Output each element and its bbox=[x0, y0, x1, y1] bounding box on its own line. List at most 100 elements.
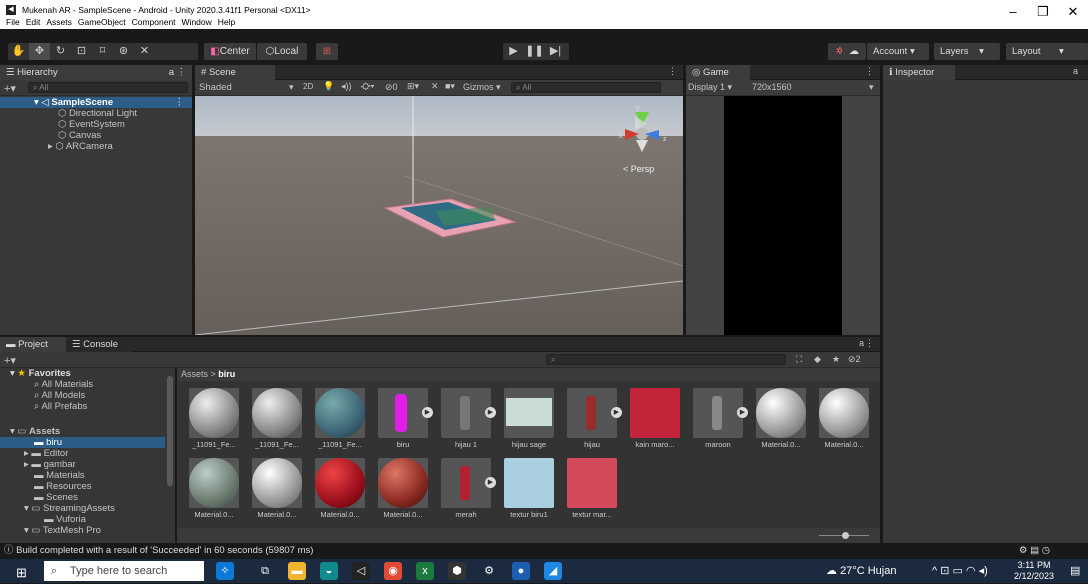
folder-item[interactable]: ▬ Vuforia bbox=[0, 514, 165, 525]
asset-thumbnail[interactable] bbox=[378, 458, 428, 508]
menu-help[interactable]: Help bbox=[218, 17, 235, 27]
menu-window[interactable]: Window bbox=[182, 17, 212, 27]
favorite-icon[interactable]: ★ bbox=[832, 354, 840, 365]
expand-prefab-icon[interactable]: ▶ bbox=[737, 407, 748, 418]
cloud-icon[interactable]: ☁ bbox=[842, 43, 866, 60]
game-viewport[interactable] bbox=[686, 96, 880, 335]
grid-snap-icon[interactable]: ⊞ bbox=[316, 43, 338, 60]
chrome-icon[interactable]: ◉ bbox=[384, 562, 402, 580]
asset-thumbnail[interactable] bbox=[756, 388, 806, 438]
zoom-slider-handle[interactable] bbox=[842, 532, 849, 539]
expand-prefab-icon[interactable]: ▶ bbox=[611, 407, 622, 418]
expand-prefab-icon[interactable]: ▶ bbox=[422, 407, 433, 418]
asset-thumbnail[interactable] bbox=[567, 388, 617, 438]
kebab-icon[interactable]: ⋮ bbox=[177, 65, 187, 80]
edge-icon[interactable]: ◒ bbox=[320, 562, 338, 580]
gizmos-dropdown[interactable]: Gizmos ▾ bbox=[463, 82, 501, 93]
folder-item[interactable]: ▬ Resources bbox=[0, 481, 165, 492]
taskbar-search-input[interactable]: ⌕ Type here to search bbox=[44, 561, 204, 581]
pause-icon[interactable]: ❚❚ bbox=[524, 43, 545, 60]
search-by-label-icon[interactable]: ◆ bbox=[814, 354, 821, 365]
folder-item[interactable]: ▾ ▭ TextMesh Pro bbox=[0, 525, 165, 536]
volume-icon[interactable]: ◂) bbox=[979, 565, 988, 577]
asset-thumbnail[interactable] bbox=[252, 458, 302, 508]
camera-icon[interactable]: ■▾ bbox=[445, 81, 455, 92]
tab-hierarchy[interactable]: ☰ Hierarchy a ⋮ bbox=[0, 65, 192, 80]
menu-assets[interactable]: Assets bbox=[46, 17, 72, 27]
asset-thumbnail[interactable] bbox=[378, 388, 428, 438]
display-dropdown[interactable]: Display 1 ▾ bbox=[688, 82, 732, 93]
tab-console[interactable]: ☰ Console bbox=[66, 337, 132, 352]
hierarchy-item[interactable]: ▸ ⬡ ARCamera bbox=[0, 141, 192, 152]
grid-icon[interactable]: ⊞▾ bbox=[407, 81, 419, 92]
folder-item[interactable]: ▬ Scenes bbox=[0, 492, 165, 503]
asset-thumbnail[interactable] bbox=[693, 388, 743, 438]
tab-project[interactable]: ▬ Project bbox=[0, 337, 66, 352]
asset-thumbnail[interactable] bbox=[315, 388, 365, 438]
scene-menu-icon[interactable]: ⋮ bbox=[175, 97, 185, 108]
shading-dropdown[interactable]: Shaded bbox=[199, 82, 232, 93]
asset-thumbnail[interactable] bbox=[504, 458, 554, 508]
progress-icon[interactable]: ◷ bbox=[1042, 545, 1050, 556]
weather-tray[interactable]: ☁ 27°C Hujan bbox=[826, 559, 896, 583]
lighting-icon[interactable]: 💡 bbox=[323, 81, 334, 92]
folder-tree-scrollbar[interactable] bbox=[167, 376, 173, 486]
close-icon[interactable]: ✕ bbox=[1058, 4, 1088, 20]
project-lock-icon[interactable]: a bbox=[859, 338, 864, 348]
asset-thumbnail[interactable] bbox=[819, 388, 869, 438]
folder-item[interactable]: ▾ ▭ StreamingAssets bbox=[0, 503, 165, 514]
asset-thumbnail[interactable] bbox=[441, 388, 491, 438]
clock[interactable]: 3:11 PM 2/12/2023 bbox=[1014, 560, 1054, 584]
tools-icon[interactable]: ✕ bbox=[431, 81, 439, 92]
menu-file[interactable]: File bbox=[6, 17, 20, 27]
weather-widget-icon[interactable]: ✧ bbox=[216, 562, 234, 580]
favorites-header[interactable]: ▾ ★ Favorites bbox=[0, 368, 165, 379]
layers-dropdown[interactable]: Layers ▾ bbox=[934, 43, 1000, 60]
asset-thumbnail[interactable] bbox=[252, 388, 302, 438]
asset-thumbnail[interactable] bbox=[567, 458, 617, 508]
account-dropdown[interactable]: Account ▾ bbox=[867, 43, 929, 60]
battery-icon[interactable]: ▭ bbox=[953, 565, 963, 577]
status-message[interactable]: Build completed with a result of 'Succee… bbox=[16, 545, 313, 556]
pivot-local-button[interactable]: ⬡Local bbox=[257, 43, 307, 60]
audio-icon[interactable]: ◂)) bbox=[341, 81, 352, 92]
favorite-item[interactable]: ⌕ All Models bbox=[0, 390, 165, 401]
effects-icon[interactable]: ⛮▾ bbox=[361, 81, 374, 92]
mode-2d-toggle[interactable]: 2D bbox=[303, 82, 313, 91]
scale-tool-icon[interactable]: ⊡ bbox=[71, 43, 92, 60]
photos-icon[interactable]: ◢ bbox=[544, 562, 562, 580]
task-view-icon[interactable]: ⧉ bbox=[256, 562, 274, 580]
hierarchy-item[interactable]: ⬡ EventSystem bbox=[0, 119, 192, 130]
asset-thumbnail[interactable] bbox=[315, 458, 365, 508]
wifi-icon[interactable]: ◠ bbox=[966, 565, 976, 577]
excel-icon[interactable]: x bbox=[416, 562, 434, 580]
file-explorer-icon[interactable]: ▬ bbox=[288, 562, 306, 580]
project-menu-icon[interactable]: ⋮ bbox=[865, 338, 874, 349]
resolution-dropdown[interactable]: 720x1560 bbox=[752, 82, 792, 92]
app-icon[interactable]: ● bbox=[512, 562, 530, 580]
notification-icon[interactable]: ▤ bbox=[1070, 559, 1080, 583]
windows-start-icon[interactable]: ⊞ bbox=[16, 565, 27, 581]
custom-tool-icon[interactable]: ✕ bbox=[134, 43, 155, 60]
breadcrumb-assets[interactable]: Assets bbox=[181, 369, 208, 379]
assets-header[interactable]: ▾ ▭ Assets bbox=[0, 426, 165, 437]
inspector-lock-icon[interactable]: a bbox=[1073, 66, 1078, 76]
restore-icon[interactable]: ❐ bbox=[1028, 4, 1058, 20]
folder-item[interactable]: ▸ ▬ Editor bbox=[0, 448, 165, 459]
asset-thumbnail[interactable] bbox=[441, 458, 491, 508]
transform-tool-icon[interactable]: ⊛ bbox=[113, 43, 134, 60]
search-by-type-icon[interactable]: ⛶ bbox=[796, 354, 802, 365]
menu-gameobject[interactable]: GameObject bbox=[78, 17, 126, 27]
tab-inspector[interactable]: ℹ Inspector bbox=[883, 65, 955, 80]
folder-item[interactable]: ▸ ▬ gambar bbox=[0, 459, 165, 470]
breadcrumb-biru[interactable]: biru bbox=[218, 369, 235, 379]
expand-prefab-icon[interactable]: ▶ bbox=[485, 477, 496, 488]
unity-hub-icon[interactable]: ⬢ bbox=[448, 562, 466, 580]
scene-search-input[interactable]: ⌕ All bbox=[511, 82, 661, 93]
asset-thumbnail[interactable] bbox=[630, 388, 680, 438]
folder-item[interactable]: ▬ Materials bbox=[0, 470, 165, 481]
settings-icon[interactable]: ⚙ bbox=[480, 562, 498, 580]
asset-thumbnail[interactable] bbox=[189, 388, 239, 438]
hand-tool-icon[interactable]: ✋ bbox=[8, 43, 29, 60]
create-icon[interactable]: +▾ bbox=[4, 354, 16, 367]
